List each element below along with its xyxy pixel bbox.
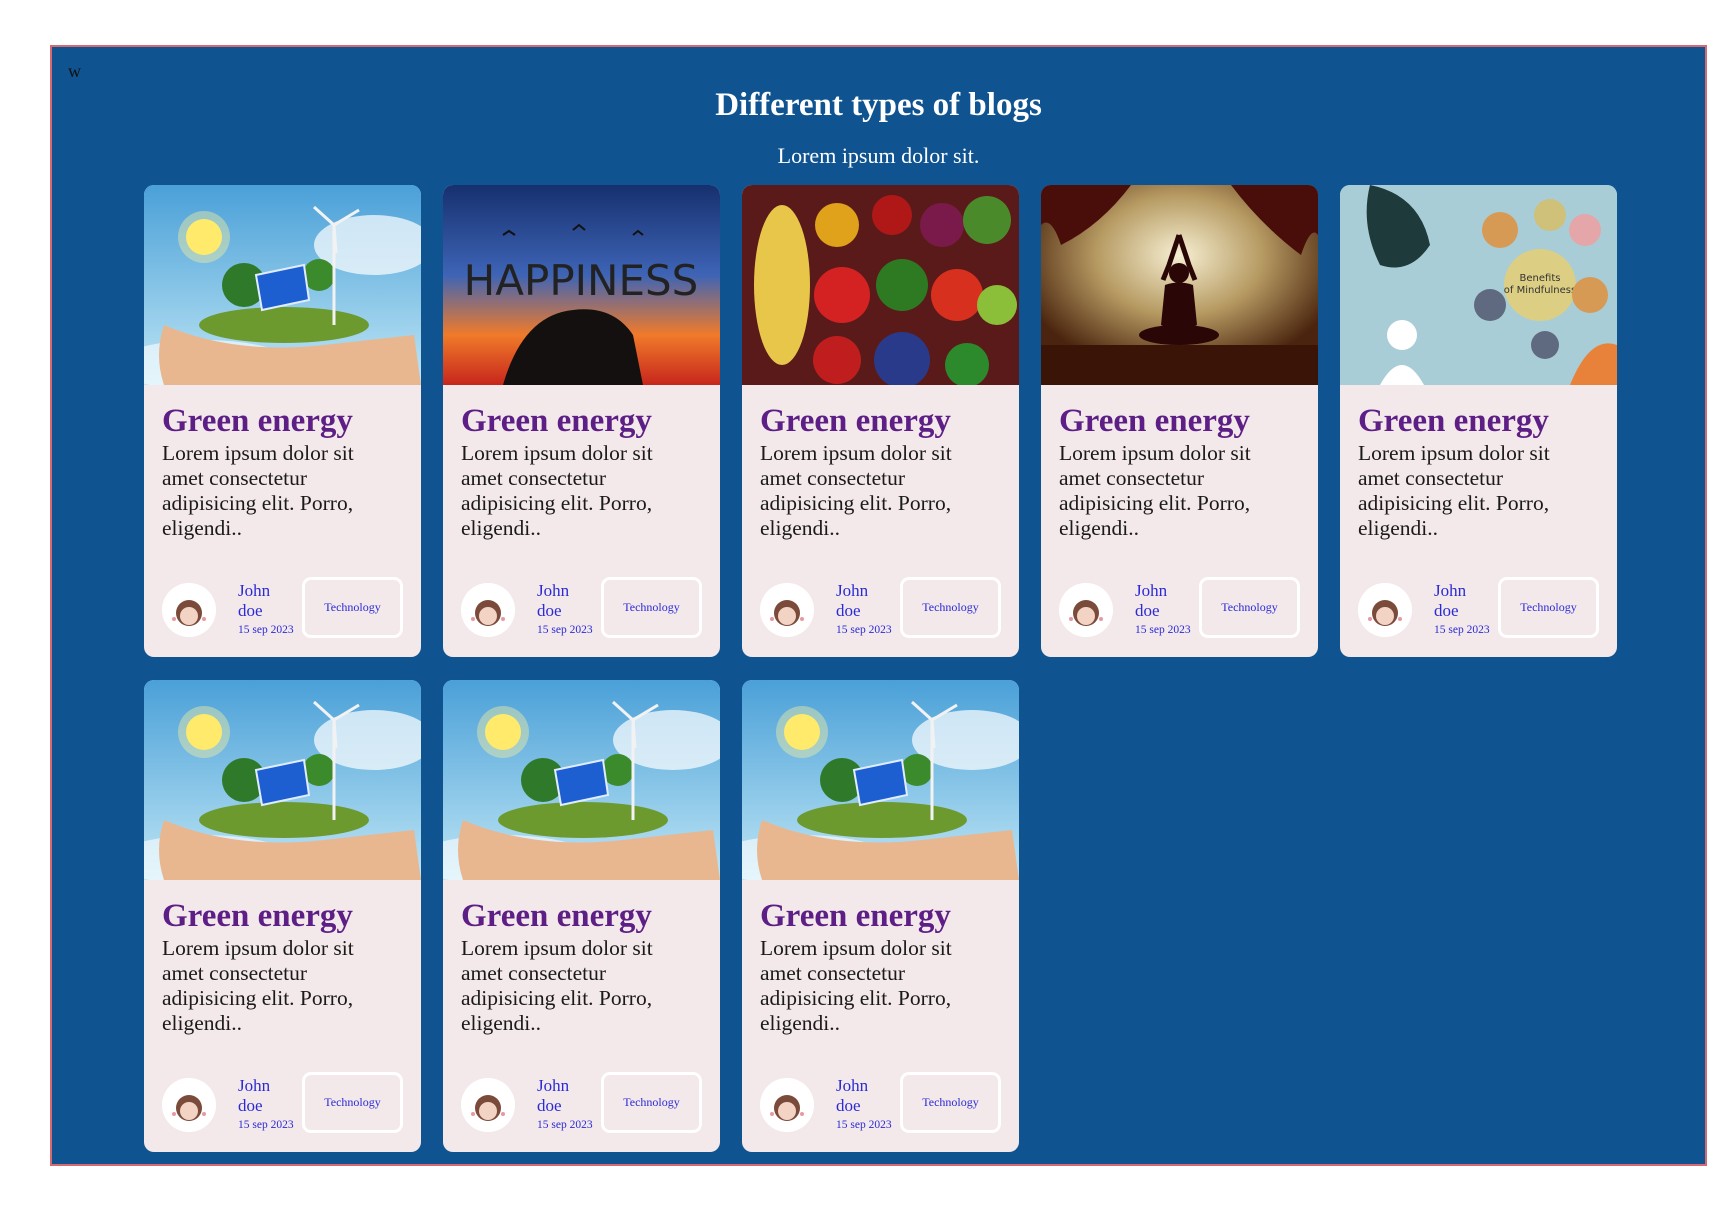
author-last-name[interactable]: doe bbox=[238, 1096, 263, 1116]
blog-card[interactable]: Green energy Lorem ipsum dolor sit amet … bbox=[144, 680, 421, 1152]
post-date: 15 sep 2023 bbox=[836, 1119, 892, 1131]
avatar bbox=[760, 583, 814, 637]
blog-card[interactable]: Benefits of Mindfulness Green energy Lor… bbox=[1340, 185, 1617, 657]
card-title[interactable]: Green energy bbox=[1358, 403, 1549, 440]
category-tag-button[interactable]: Technology bbox=[1199, 577, 1300, 638]
card-footer: John doe 15 sep 2023 Technology bbox=[461, 1072, 706, 1138]
card-excerpt: Lorem ipsum dolor sit amet consectetur a… bbox=[760, 936, 952, 1035]
vegetables-image bbox=[742, 185, 1019, 385]
author-last-name[interactable]: doe bbox=[1434, 601, 1459, 621]
green-energy-hand-image bbox=[144, 680, 421, 880]
card-footer: John doe 15 sep 2023 Technology bbox=[1358, 577, 1603, 643]
card-footer: John doe 15 sep 2023 Technology bbox=[162, 577, 407, 643]
author-last-name[interactable]: doe bbox=[836, 1096, 861, 1116]
card-title[interactable]: Green energy bbox=[760, 898, 951, 935]
author-last-name[interactable]: doe bbox=[537, 1096, 562, 1116]
blog-card[interactable]: Green energy Lorem ipsum dolor sit amet … bbox=[742, 185, 1019, 657]
category-tag-button[interactable]: Technology bbox=[1498, 577, 1599, 638]
card-title[interactable]: Green energy bbox=[162, 403, 353, 440]
card-excerpt: Lorem ipsum dolor sit amet consectetur a… bbox=[461, 936, 653, 1035]
card-excerpt: Lorem ipsum dolor sit amet consectetur a… bbox=[1358, 441, 1550, 540]
avatar bbox=[162, 583, 216, 637]
card-excerpt: Lorem ipsum dolor sit amet consectetur a… bbox=[162, 936, 354, 1035]
card-title[interactable]: Green energy bbox=[461, 403, 652, 440]
avatar bbox=[461, 1078, 515, 1132]
category-tag-button[interactable]: Technology bbox=[302, 1072, 403, 1133]
post-date: 15 sep 2023 bbox=[1434, 624, 1490, 636]
avatar bbox=[1358, 583, 1412, 637]
card-excerpt: Lorem ipsum dolor sit amet consectetur a… bbox=[1059, 441, 1251, 540]
card-footer: John doe 15 sep 2023 Technology bbox=[162, 1072, 407, 1138]
card-title[interactable]: Green energy bbox=[760, 403, 951, 440]
blog-card[interactable]: Green energy Lorem ipsum dolor sit amet … bbox=[144, 185, 421, 657]
blog-card[interactable]: Green energy Lorem ipsum dolor sit amet … bbox=[443, 680, 720, 1152]
blog-card[interactable]: Green energy Lorem ipsum dolor sit amet … bbox=[1041, 185, 1318, 657]
author-first-name[interactable]: John bbox=[238, 581, 270, 601]
page-subtitle: Lorem ipsum dolor sit. bbox=[777, 143, 980, 168]
blog-grid: Green energy Lorem ipsum dolor sit amet … bbox=[144, 185, 1617, 1152]
card-title[interactable]: Green energy bbox=[1059, 403, 1250, 440]
avatar bbox=[461, 583, 515, 637]
post-date: 15 sep 2023 bbox=[238, 1119, 294, 1131]
author-first-name[interactable]: John bbox=[836, 581, 868, 601]
card-excerpt: Lorem ipsum dolor sit amet consectetur a… bbox=[162, 441, 354, 540]
card-footer: John doe 15 sep 2023 Technology bbox=[760, 1072, 1005, 1138]
author-first-name[interactable]: John bbox=[1434, 581, 1466, 601]
author-first-name[interactable]: John bbox=[537, 581, 569, 601]
category-tag-button[interactable]: Technology bbox=[601, 1072, 702, 1133]
card-footer: John doe 15 sep 2023 Technology bbox=[760, 577, 1005, 643]
avatar bbox=[1059, 583, 1113, 637]
corner-label: w bbox=[68, 61, 81, 81]
svg-text:of Mindfulness: of Mindfulness bbox=[1504, 285, 1576, 296]
svg-text:Benefits: Benefits bbox=[1520, 273, 1561, 284]
page-container: w Different types of blogs Lorem ipsum d… bbox=[50, 45, 1707, 1166]
blog-card[interactable]: HAPPINESS Green energy Lorem ipsum dolor… bbox=[443, 185, 720, 657]
author-first-name[interactable]: John bbox=[836, 1076, 868, 1096]
page-title: Different types of blogs bbox=[715, 87, 1042, 123]
category-tag-button[interactable]: Technology bbox=[900, 1072, 1001, 1133]
avatar bbox=[162, 1078, 216, 1132]
author-first-name[interactable]: John bbox=[1135, 581, 1167, 601]
author-last-name[interactable]: doe bbox=[238, 601, 263, 621]
green-energy-hand-image bbox=[742, 680, 1019, 880]
author-first-name[interactable]: John bbox=[238, 1076, 270, 1096]
post-date: 15 sep 2023 bbox=[537, 1119, 593, 1131]
author-last-name[interactable]: doe bbox=[537, 601, 562, 621]
category-tag-button[interactable]: Technology bbox=[302, 577, 403, 638]
category-tag-button[interactable]: Technology bbox=[900, 577, 1001, 638]
card-excerpt: Lorem ipsum dolor sit amet consectetur a… bbox=[461, 441, 653, 540]
card-title[interactable]: Green energy bbox=[461, 898, 652, 935]
post-date: 15 sep 2023 bbox=[1135, 624, 1191, 636]
svg-text:HAPPINESS: HAPPINESS bbox=[464, 256, 699, 305]
post-date: 15 sep 2023 bbox=[836, 624, 892, 636]
avatar bbox=[760, 1078, 814, 1132]
green-energy-hand-image bbox=[144, 185, 421, 385]
card-title[interactable]: Green energy bbox=[162, 898, 353, 935]
meditation-silhouette-image bbox=[1041, 185, 1318, 385]
mindfulness-benefits-image: Benefits of Mindfulness bbox=[1340, 185, 1617, 385]
green-energy-hand-image bbox=[443, 680, 720, 880]
card-excerpt: Lorem ipsum dolor sit amet consectetur a… bbox=[760, 441, 952, 540]
blog-card[interactable]: Green energy Lorem ipsum dolor sit amet … bbox=[742, 680, 1019, 1152]
post-date: 15 sep 2023 bbox=[238, 624, 294, 636]
author-last-name[interactable]: doe bbox=[1135, 601, 1160, 621]
happiness-sunset-image: HAPPINESS bbox=[443, 185, 720, 385]
card-footer: John doe 15 sep 2023 Technology bbox=[461, 577, 706, 643]
post-date: 15 sep 2023 bbox=[537, 624, 593, 636]
category-tag-button[interactable]: Technology bbox=[601, 577, 702, 638]
card-footer: John doe 15 sep 2023 Technology bbox=[1059, 577, 1304, 643]
author-last-name[interactable]: doe bbox=[836, 601, 861, 621]
author-first-name[interactable]: John bbox=[537, 1076, 569, 1096]
